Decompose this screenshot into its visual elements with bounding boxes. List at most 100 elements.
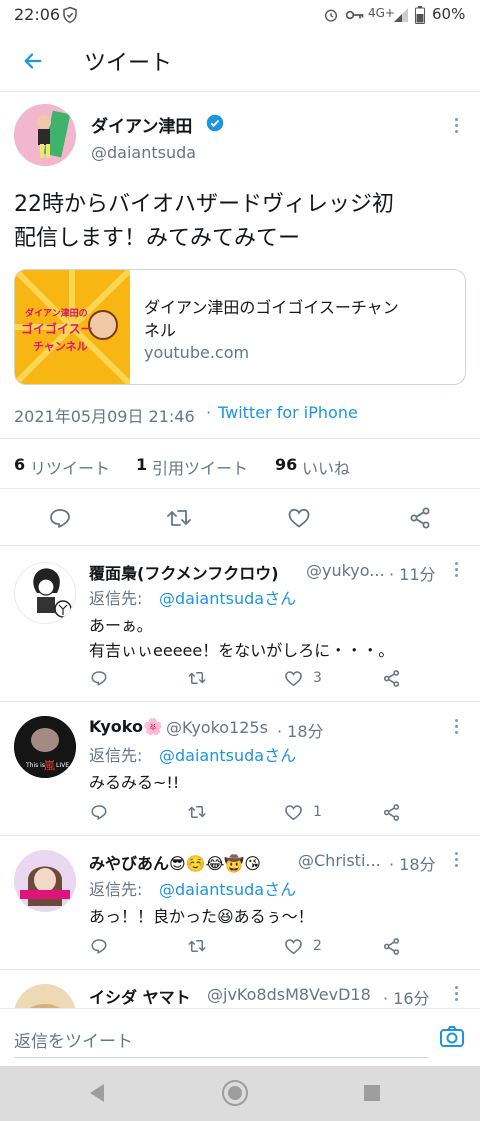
reply-text-line1: みるみる~!! bbox=[89, 773, 180, 792]
network-type: 4G+ bbox=[368, 6, 395, 20]
like-icon[interactable] bbox=[282, 667, 304, 689]
reply-input[interactable]: 返信をツイート bbox=[14, 1027, 133, 1052]
reply-display-name[interactable]: イシダ ヤマト bbox=[89, 984, 191, 1008]
input-underline bbox=[14, 1057, 428, 1058]
reply-avatar[interactable] bbox=[14, 562, 76, 624]
reply-handle[interactable]: @yukyo... bbox=[306, 561, 385, 580]
divider bbox=[0, 701, 480, 702]
share-icon[interactable] bbox=[380, 801, 402, 823]
nav-back-icon[interactable] bbox=[84, 1080, 110, 1106]
share-icon[interactable] bbox=[405, 503, 435, 533]
page-title: ツイート bbox=[84, 51, 173, 76]
back-arrow-icon[interactable] bbox=[18, 46, 48, 76]
card-title-line2: ネル bbox=[144, 321, 177, 340]
more-options-icon[interactable] bbox=[455, 852, 459, 870]
reply-time: · 16分 bbox=[383, 989, 430, 1008]
link-preview-card[interactable]: ダイアン津田の ゴイゴイスー チャンネル ダイアン津田のゴイゴイスーチャン ネル… bbox=[14, 269, 466, 385]
reply-compose-bar[interactable]: 返信をツイート bbox=[0, 1008, 480, 1066]
like-icon[interactable] bbox=[282, 935, 304, 957]
battery-percent: 60% bbox=[432, 5, 466, 23]
signal-icon bbox=[392, 6, 410, 24]
reply-text-line1: あっ！！良かった😆あるぅ～！ bbox=[89, 907, 314, 926]
more-options-icon[interactable] bbox=[455, 562, 459, 580]
reply-display-name[interactable]: Kyoko🌸 bbox=[89, 717, 163, 736]
status-bar: 22:06 4G+ 60% bbox=[0, 0, 480, 30]
reply-time: · 18分 bbox=[277, 722, 324, 741]
reply-to-prefix: 返信先: bbox=[89, 746, 143, 765]
reply-text-line1: あーぁ。 bbox=[89, 616, 153, 635]
reply-like-count: 2 bbox=[313, 938, 322, 954]
quotes-count[interactable]: 1 bbox=[136, 455, 147, 474]
quotes-label[interactable]: 引用ツイート bbox=[152, 455, 248, 479]
retweet-icon[interactable] bbox=[164, 503, 194, 533]
author-avatar[interactable] bbox=[14, 104, 76, 166]
likes-label[interactable]: いいね bbox=[302, 455, 350, 479]
tweet-text-line1: 22時からバイオハザードヴィレッジ初 bbox=[14, 192, 394, 217]
divider bbox=[0, 488, 480, 489]
alarm-icon bbox=[322, 6, 340, 24]
tweet-text-line2: 配信します！みてみてみてー bbox=[14, 226, 301, 251]
like-icon[interactable] bbox=[282, 801, 304, 823]
author-display-name[interactable]: ダイアン津田 bbox=[91, 112, 192, 137]
reply-time: · 11分 bbox=[389, 565, 436, 584]
divider bbox=[0, 969, 480, 970]
reply-like-count: 3 bbox=[313, 670, 322, 686]
reply-avatar[interactable]: This is 嵐 LIVE bbox=[14, 716, 76, 778]
reply-like-count: 1 bbox=[313, 804, 322, 820]
tweet-timestamp: 2021年05月09日 21:46 bbox=[14, 407, 195, 426]
more-options-icon[interactable] bbox=[455, 719, 459, 737]
reply-text-line2: 有吉ぃぃeeeee！をないがしろに・・・。 bbox=[89, 641, 395, 660]
header: ツイート bbox=[0, 30, 480, 92]
reply-icon[interactable] bbox=[88, 801, 110, 823]
svg-text:LIVE: LIVE bbox=[56, 762, 69, 769]
timestamp-separator: · bbox=[206, 403, 212, 422]
reply-icon[interactable] bbox=[45, 503, 75, 533]
nav-home-icon[interactable] bbox=[220, 1078, 250, 1108]
card-domain: youtube.com bbox=[144, 343, 250, 362]
verified-badge-icon bbox=[206, 114, 224, 132]
retweet-icon[interactable] bbox=[186, 935, 208, 957]
divider bbox=[0, 438, 480, 439]
key-icon bbox=[344, 6, 366, 24]
reply-handle[interactable]: @jvKo8dsM8VevD18 bbox=[207, 985, 371, 1004]
retweets-count[interactable]: 6 bbox=[14, 455, 25, 474]
reply-handle[interactable]: @Christi... bbox=[298, 851, 381, 870]
tweet-source-link[interactable]: Twitter for iPhone bbox=[218, 403, 358, 422]
retweets-label[interactable]: リツイート bbox=[30, 455, 110, 479]
reply-to-handle[interactable]: @daiantsudaさん bbox=[159, 876, 296, 900]
reply-avatar[interactable] bbox=[14, 850, 76, 912]
reply-icon[interactable] bbox=[88, 935, 110, 957]
divider bbox=[0, 835, 480, 836]
svg-text:This is: This is bbox=[25, 762, 45, 769]
system-nav-bar bbox=[0, 1066, 480, 1121]
thumb-line3: チャンネル bbox=[33, 340, 88, 353]
likes-count[interactable]: 96 bbox=[275, 455, 297, 474]
reply-time: · 18分 bbox=[389, 855, 436, 874]
card-title-line1: ダイアン津田のゴイゴイスーチャン bbox=[144, 298, 399, 317]
share-icon[interactable] bbox=[380, 935, 402, 957]
reply-icon[interactable] bbox=[88, 667, 110, 689]
reply-to-handle[interactable]: @daiantsudaさん bbox=[159, 742, 296, 766]
divider bbox=[0, 545, 480, 546]
reply-to-handle[interactable]: @daiantsudaさん bbox=[159, 585, 296, 609]
reply-display-name[interactable]: みやびあん😎☺️😂🤠😘 bbox=[89, 850, 261, 874]
like-icon[interactable] bbox=[284, 503, 314, 533]
reply-handle[interactable]: @Kyoko125s bbox=[166, 718, 268, 737]
more-options-icon[interactable] bbox=[455, 118, 459, 136]
card-thumbnail: ダイアン津田の ゴイゴイスー チャンネル bbox=[15, 270, 130, 384]
share-icon[interactable] bbox=[380, 667, 402, 689]
nav-recents-icon[interactable] bbox=[359, 1080, 385, 1106]
author-handle[interactable]: @daiantsuda bbox=[91, 143, 196, 162]
retweet-icon[interactable] bbox=[186, 667, 208, 689]
status-time: 22:06 bbox=[14, 5, 61, 24]
reply-to-prefix: 返信先: bbox=[89, 589, 143, 608]
reply-display-name[interactable]: 覆面梟(フクメンフクロウ) bbox=[89, 560, 279, 584]
more-options-icon[interactable] bbox=[455, 986, 459, 1004]
camera-icon[interactable] bbox=[438, 1023, 466, 1051]
thumb-line2: ゴイゴイスー bbox=[21, 322, 93, 336]
battery-icon bbox=[414, 5, 426, 25]
retweet-icon[interactable] bbox=[186, 801, 208, 823]
thumb-line1: ダイアン津田の bbox=[25, 309, 88, 319]
shield-icon bbox=[60, 5, 80, 25]
svg-text:嵐: 嵐 bbox=[44, 759, 55, 772]
